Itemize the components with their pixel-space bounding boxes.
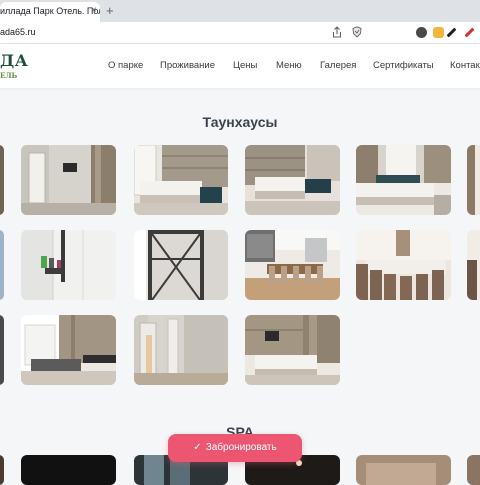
gallery-thumbnail[interactable] (134, 230, 228, 300)
share-icon[interactable] (332, 26, 342, 38)
tab-title: иллада Парк Отель. Полно (0, 6, 100, 16)
gallery-thumbnail[interactable] (467, 455, 480, 485)
logo-subtitle: ЕЛЬ (0, 71, 18, 80)
nav-item-gallery[interactable]: Галерея (320, 60, 356, 71)
gallery-thumbnail[interactable] (21, 145, 116, 215)
gallery-thumbnail[interactable] (0, 455, 4, 485)
gallery-thumbnail[interactable] (0, 315, 4, 385)
gallery-thumbnail[interactable] (356, 230, 451, 300)
gallery-thumbnail[interactable] (21, 230, 116, 300)
gallery-thumbnail[interactable] (356, 145, 451, 215)
nav-item-accommodation[interactable]: Проживание (160, 60, 215, 71)
gallery-thumbnail[interactable] (134, 145, 228, 215)
pen-icon[interactable] (446, 27, 457, 38)
site-header: ДА ЕЛЬ О парке Проживание Цены Меню Гале… (0, 44, 480, 88)
close-icon[interactable]: × (91, 6, 97, 16)
shield-icon[interactable] (352, 26, 362, 38)
gallery-thumbnail[interactable] (356, 455, 451, 485)
gallery-thumbnail[interactable] (467, 145, 480, 215)
url-field[interactable]: ada65.ru (0, 27, 36, 37)
browser-tab[interactable]: иллада Парк Отель. Полно × (0, 2, 100, 22)
new-tab-button[interactable]: + (106, 3, 114, 18)
gallery-thumbnail[interactable] (0, 230, 4, 300)
section-title-townhouses: Таунхаусы (202, 114, 278, 130)
nav-item-prices[interactable]: Цены (233, 60, 257, 71)
gallery-thumbnail[interactable] (134, 315, 228, 385)
pen-icon[interactable] (464, 27, 475, 38)
gallery-thumbnail[interactable] (245, 315, 340, 385)
browser-tab-bar: иллада Парк Отель. Полно × + (0, 0, 480, 22)
logo[interactable]: ДА (0, 51, 28, 70)
nav-item-menu[interactable]: Меню (276, 60, 302, 71)
gallery-thumbnail[interactable] (467, 230, 480, 300)
nav-item-contacts[interactable]: Контакт (450, 60, 480, 71)
address-bar: ada65.ru (0, 22, 480, 44)
extension-icon[interactable] (416, 27, 427, 38)
book-button[interactable]: ✓ Забронировать (168, 434, 302, 462)
nav-item-about[interactable]: О парке (108, 60, 143, 71)
gallery-thumbnail[interactable] (245, 145, 340, 215)
nav-item-certificates[interactable]: Сертификаты (373, 60, 434, 71)
check-icon: ✓ (193, 442, 202, 453)
gallery-thumbnail[interactable] (0, 145, 4, 215)
extension-icon[interactable] (433, 27, 444, 38)
gallery-thumbnail[interactable] (21, 315, 116, 385)
gallery-thumbnail[interactable] (21, 455, 116, 485)
gallery-thumbnail[interactable] (245, 230, 340, 300)
book-button-label: Забронировать (205, 442, 277, 453)
